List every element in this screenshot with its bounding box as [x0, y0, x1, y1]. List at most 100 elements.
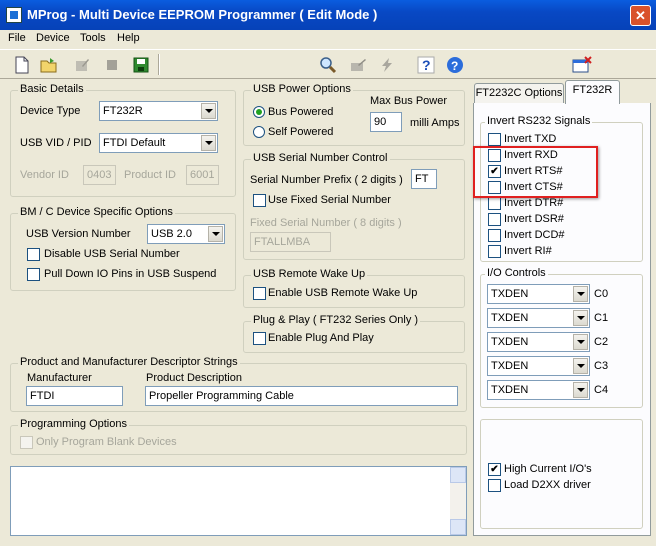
invert-dtr-label: Invert DTR# — [504, 197, 564, 209]
scan-button[interactable] — [316, 53, 339, 76]
io-c4-value: TXDEN — [491, 384, 529, 396]
tab-ft232r[interactable]: FT232R — [565, 80, 620, 104]
io-c0-label: C0 — [594, 288, 609, 300]
help-icon: ? — [417, 56, 434, 73]
eraser-icon — [350, 58, 366, 71]
close-button[interactable]: ✕ — [630, 5, 651, 26]
product-description-input[interactable]: Propeller Programming Cable — [145, 386, 458, 406]
load-d2xx-label: Load D2XX driver — [504, 479, 591, 491]
chevron-down-icon[interactable] — [573, 310, 588, 326]
io-c1-select[interactable]: TXDEN — [487, 308, 590, 328]
log-scrollbar[interactable] — [450, 467, 466, 535]
highlight-box — [473, 146, 598, 198]
close-device-button[interactable] — [570, 53, 593, 76]
invert-txd-checkbox[interactable] — [488, 133, 501, 146]
vendor-id-label: Vendor ID — [20, 169, 69, 181]
io-c2-value: TXDEN — [491, 336, 529, 348]
fixed-serial-value: FTALLMBA — [254, 236, 311, 248]
load-d2xx-checkbox[interactable] — [488, 479, 501, 492]
invert-dcd-checkbox[interactable] — [488, 229, 501, 242]
app-window: MProg - Multi Device EEPROM Programmer (… — [0, 0, 656, 546]
title-bar[interactable]: MProg - Multi Device EEPROM Programmer (… — [0, 0, 656, 30]
erase-button — [346, 53, 369, 76]
pull-down-checkbox[interactable] — [27, 268, 40, 281]
invert-dcd-label: Invert DCD# — [504, 229, 565, 241]
edit-button — [70, 53, 93, 76]
open-file-button[interactable] — [37, 53, 60, 76]
chevron-down-icon[interactable] — [573, 382, 588, 398]
group-title: Product and Manufacturer Descriptor Stri… — [18, 356, 240, 368]
chevron-down-icon[interactable] — [201, 135, 216, 151]
about-button[interactable]: ? — [443, 53, 466, 76]
io-c3-select[interactable]: TXDEN — [487, 356, 590, 376]
usb-version-select[interactable]: USB 2.0 — [147, 224, 225, 244]
lightning-icon — [381, 57, 392, 72]
chevron-down-icon[interactable] — [573, 334, 588, 350]
info-icon: ? — [446, 56, 463, 73]
bus-powered-radio[interactable] — [253, 106, 265, 118]
io-c4-select[interactable]: TXDEN — [487, 380, 590, 400]
io-c0-value: TXDEN — [491, 288, 529, 300]
fixed-serial-label: Fixed Serial Number ( 8 digits ) — [250, 217, 402, 229]
help-button[interactable]: ? — [414, 53, 437, 76]
group-title: USB Remote Wake Up — [251, 268, 368, 280]
invert-txd-label: Invert TXD — [504, 133, 557, 145]
max-bus-power-input[interactable]: 90 — [370, 112, 402, 132]
output-log[interactable] — [10, 466, 467, 536]
disable-serial-checkbox[interactable] — [27, 248, 40, 261]
io-c1-label: C1 — [594, 312, 609, 324]
menu-help[interactable]: Help — [117, 32, 140, 44]
invert-dsr-checkbox[interactable] — [488, 213, 501, 226]
device-type-value: FT232R — [103, 105, 143, 117]
device-type-label: Device Type — [20, 105, 81, 117]
menu-tools[interactable]: Tools — [80, 32, 106, 44]
invert-ri-checkbox[interactable] — [488, 245, 501, 258]
product-id-field: 6001 — [186, 165, 219, 185]
pull-down-label: Pull Down IO Pins in USB Suspend — [44, 268, 217, 280]
save-icon — [133, 57, 148, 72]
disable-serial-label: Disable USB Serial Number — [44, 248, 180, 260]
toolbar: ? ? — [0, 49, 656, 79]
use-fixed-serial-label: Use Fixed Serial Number — [268, 194, 391, 206]
invert-dsr-label: Invert DSR# — [504, 213, 564, 225]
plug-play-checkbox[interactable] — [253, 332, 266, 345]
chevron-down-icon[interactable] — [201, 103, 216, 119]
high-current-checkbox[interactable]: ✔ — [488, 463, 501, 476]
group-title: Invert RS232 Signals — [485, 115, 593, 127]
use-fixed-serial-checkbox[interactable] — [253, 194, 266, 207]
svg-text:?: ? — [422, 57, 431, 73]
manufacturer-value: FTDI — [30, 390, 55, 402]
scroll-up-button[interactable] — [450, 467, 466, 483]
save-button[interactable] — [129, 53, 152, 76]
serial-prefix-input[interactable]: FT — [411, 169, 437, 189]
blank-devices-label: Only Program Blank Devices — [36, 436, 177, 448]
remote-wake-checkbox[interactable] — [253, 287, 266, 300]
tab-ft2232c-options[interactable]: FT2232C Options — [474, 83, 564, 104]
invert-ri-label: Invert RI# — [504, 245, 552, 257]
io-c0-select[interactable]: TXDEN — [487, 284, 590, 304]
new-file-button[interactable] — [10, 53, 33, 76]
stop-button — [100, 53, 123, 76]
menu-file[interactable]: File — [8, 32, 26, 44]
usb-vid-pid-value: FTDI Default — [103, 137, 166, 149]
usb-vid-pid-select[interactable]: FTDI Default — [99, 133, 218, 153]
window-title: MProg - Multi Device EEPROM Programmer (… — [27, 7, 378, 22]
io-c4-label: C4 — [594, 384, 609, 396]
device-type-select[interactable]: FT232R — [99, 101, 218, 121]
vendor-id-field: 0403 — [83, 165, 116, 185]
group-title: USB Serial Number Control — [251, 152, 390, 164]
chevron-down-icon[interactable] — [573, 286, 588, 302]
io-c2-select[interactable]: TXDEN — [487, 332, 590, 352]
scroll-down-button[interactable] — [450, 519, 466, 535]
manufacturer-input[interactable]: FTDI — [26, 386, 123, 406]
chevron-down-icon[interactable] — [208, 226, 223, 242]
fixed-serial-field: FTALLMBA — [250, 232, 331, 252]
product-id-label: Product ID — [124, 169, 176, 181]
menu-device[interactable]: Device — [36, 32, 70, 44]
self-powered-radio[interactable] — [253, 126, 265, 138]
toolbar-separator — [158, 54, 160, 75]
chevron-down-icon[interactable] — [573, 358, 588, 374]
invert-dtr-checkbox[interactable] — [488, 197, 501, 210]
milli-amps-label: milli Amps — [410, 117, 460, 129]
max-bus-power-label: Max Bus Power — [370, 95, 448, 107]
